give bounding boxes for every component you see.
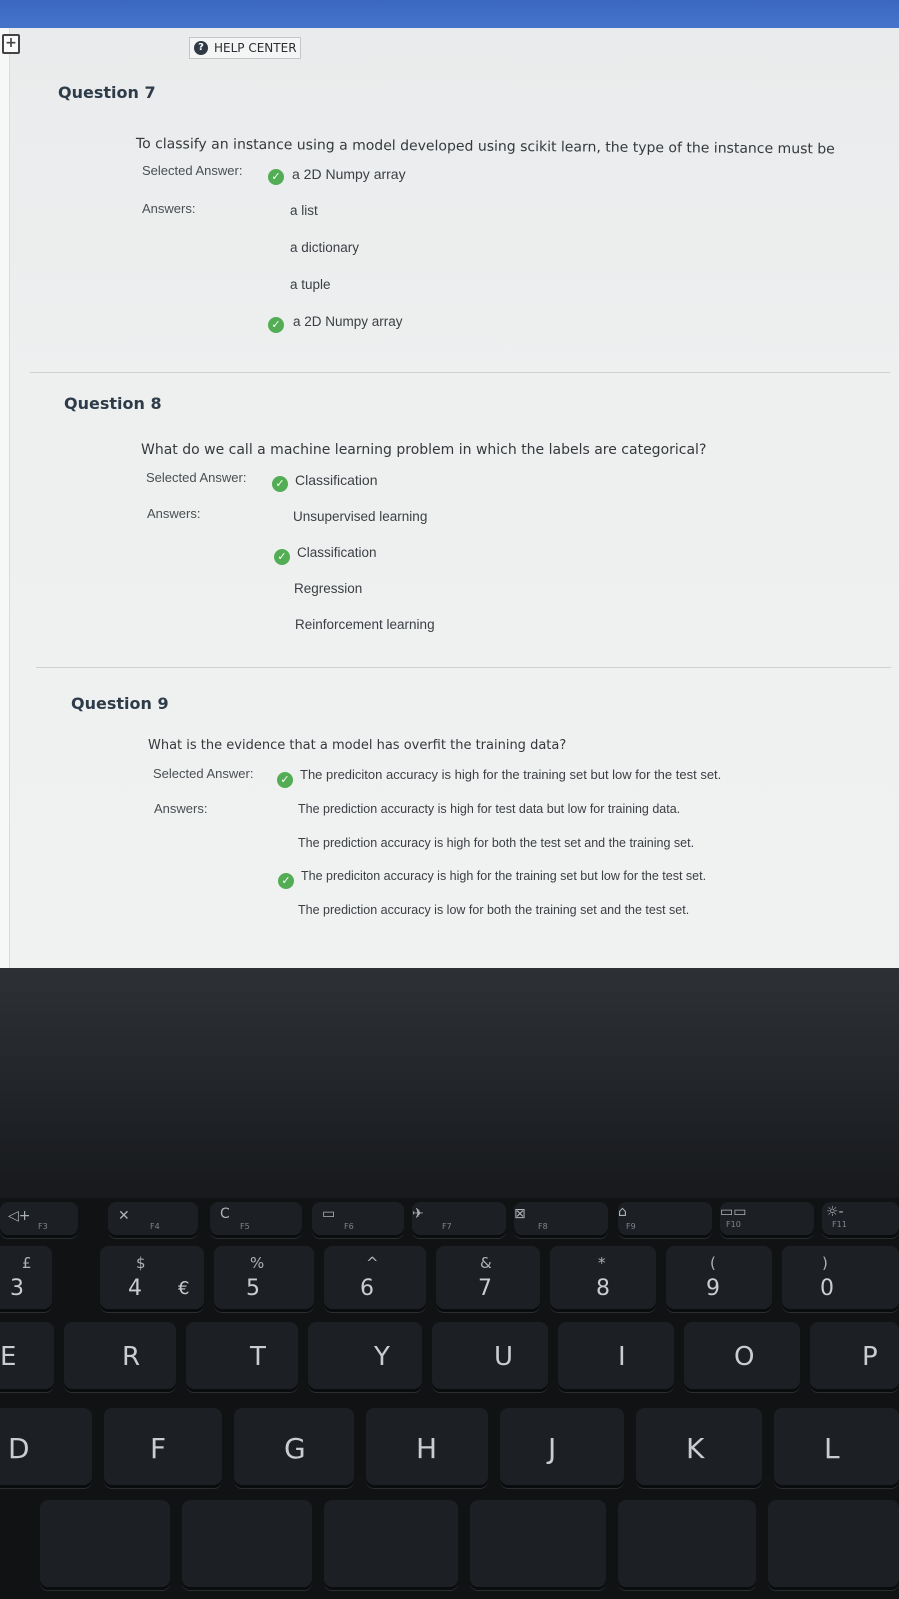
q8-answer-4: Reinforcement learning xyxy=(295,617,435,632)
q8-answer-2: Classification xyxy=(297,545,377,560)
projector-icon: ▭ xyxy=(322,1206,336,1222)
key-p[interactable]: P xyxy=(810,1322,899,1392)
key-6[interactable]: ^ 6 xyxy=(324,1246,426,1312)
q7-answer-2: a dictionary xyxy=(290,240,360,255)
q8-answers-label: Answers: xyxy=(147,506,201,521)
key-bottom-5[interactable] xyxy=(618,1500,756,1590)
brightness-down-icon: ☼- xyxy=(826,1204,844,1220)
add-page-icon[interactable]: + xyxy=(2,34,20,54)
laptop-bezel xyxy=(0,968,899,1198)
key-f11[interactable]: ☼- F11 xyxy=(822,1202,899,1238)
help-icon: ? xyxy=(194,41,208,55)
key-k[interactable]: K xyxy=(636,1408,762,1488)
key-d[interactable]: D xyxy=(0,1408,92,1488)
key-f7[interactable]: ✈ F7 xyxy=(412,1202,506,1238)
q8-selected-label: Selected Answer: xyxy=(146,470,247,485)
question-9-title: Question 9 xyxy=(71,694,169,713)
q7-answers-label: Answers: xyxy=(142,201,196,216)
q8-selected-check-icon: ✓ xyxy=(272,476,288,492)
question-9-text: What is the evidence that a model has ov… xyxy=(148,738,567,753)
key-bottom-1[interactable] xyxy=(40,1500,170,1590)
q7-correct-check-icon: ✓ xyxy=(268,317,284,333)
key-y[interactable]: Y xyxy=(308,1322,422,1392)
key-f5[interactable]: C F5 xyxy=(210,1202,302,1238)
key-g[interactable]: G xyxy=(234,1408,354,1488)
key-0[interactable]: ) 0 xyxy=(782,1246,899,1312)
laptop-screen xyxy=(0,28,899,968)
q7-answer-3: a tuple xyxy=(290,277,331,292)
q8-correct-check-icon: ✓ xyxy=(274,549,290,565)
key-bottom-3[interactable] xyxy=(324,1500,458,1590)
q8-answer-3: Regression xyxy=(294,581,363,596)
key-j[interactable]: J xyxy=(500,1408,624,1488)
help-center-button[interactable]: ? HELP CENTER xyxy=(189,37,301,59)
q9-answer-1: The prediction accuracty is high for tes… xyxy=(298,802,681,816)
key-e[interactable]: E xyxy=(0,1322,54,1392)
q7-answer-4: a 2D Numpy array xyxy=(293,314,403,329)
key-u[interactable]: U xyxy=(432,1322,548,1392)
q7-answer-1: a list xyxy=(290,203,318,218)
key-9[interactable]: ( 9 xyxy=(666,1246,772,1312)
key-i[interactable]: I xyxy=(558,1322,674,1392)
key-h[interactable]: H xyxy=(366,1408,488,1488)
q9-correct-check-icon: ✓ xyxy=(278,873,294,889)
key-f8[interactable]: ⊠ F8 xyxy=(514,1202,608,1238)
q8-selected-answer: Classification xyxy=(295,472,378,488)
display-icon: ▭▭ xyxy=(720,1204,747,1220)
key-f10[interactable]: ▭▭ F10 xyxy=(720,1202,814,1238)
camera-off-icon: ⊠ xyxy=(514,1206,526,1222)
q9-selected-check-icon: ✓ xyxy=(277,772,293,788)
key-5[interactable]: % 5 xyxy=(214,1246,314,1312)
q7-selected-check-icon: ✓ xyxy=(268,169,284,185)
key-bottom-2[interactable] xyxy=(182,1500,312,1590)
key-f[interactable]: F xyxy=(104,1408,222,1488)
volume-up-icon: ◁+ xyxy=(8,1208,31,1224)
left-panel-strip xyxy=(0,28,10,968)
laptop-keyboard: ◁+ F3 ✕ F4 C F5 ▭ F6 ✈ F7 ⊠ F8 ⌂ F9 ▭▭ F xyxy=(0,1198,899,1599)
key-bottom-6[interactable] xyxy=(768,1500,899,1590)
key-f6[interactable]: ▭ F6 xyxy=(312,1202,404,1238)
question-7-title: Question 7 xyxy=(58,83,156,102)
q9-selected-label: Selected Answer: xyxy=(153,766,254,781)
key-o[interactable]: O xyxy=(684,1322,800,1392)
refresh-icon: C xyxy=(220,1206,230,1222)
q9-answer-4: The prediction accuracy is low for both … xyxy=(298,903,690,917)
key-f3[interactable]: ◁+ F3 xyxy=(0,1202,78,1238)
key-r[interactable]: R xyxy=(64,1322,176,1392)
key-f9[interactable]: ⌂ F9 xyxy=(618,1202,712,1238)
key-8[interactable]: * 8 xyxy=(550,1246,656,1312)
key-4[interactable]: $ 4 € xyxy=(100,1246,204,1312)
q7-selected-label: Selected Answer: xyxy=(142,163,243,178)
question-8-title: Question 8 xyxy=(64,394,162,413)
key-bottom-4[interactable] xyxy=(470,1500,606,1590)
mute-mic-icon: ✕ xyxy=(118,1208,130,1224)
key-l[interactable]: L xyxy=(774,1408,899,1488)
q7-selected-answer: a 2D Numpy array xyxy=(292,166,406,182)
question-8-text: What do we call a machine learning probl… xyxy=(141,442,707,458)
airplane-icon: ✈ xyxy=(412,1206,424,1222)
q9-answers-label: Answers: xyxy=(154,801,208,816)
help-center-label: HELP CENTER xyxy=(214,41,297,55)
q7-divider xyxy=(30,372,890,373)
lock-icon: ⌂ xyxy=(618,1204,627,1220)
q8-divider xyxy=(36,667,891,668)
q8-answer-1: Unsupervised learning xyxy=(293,509,428,524)
key-3[interactable]: £ 3 xyxy=(0,1246,52,1312)
key-t[interactable]: T xyxy=(186,1322,298,1392)
q9-answer-2: The prediction accuracy is high for both… xyxy=(298,836,695,850)
q9-selected-answer: The prediciton accuracy is high for the … xyxy=(300,767,722,782)
key-f4[interactable]: ✕ F4 xyxy=(108,1202,198,1238)
photo-stage: + ? HELP CENTER Question 7 To classify a… xyxy=(0,0,899,1599)
key-7[interactable]: & 7 xyxy=(436,1246,540,1312)
q9-answer-3: The prediciton accuracy is high for the … xyxy=(301,869,707,883)
